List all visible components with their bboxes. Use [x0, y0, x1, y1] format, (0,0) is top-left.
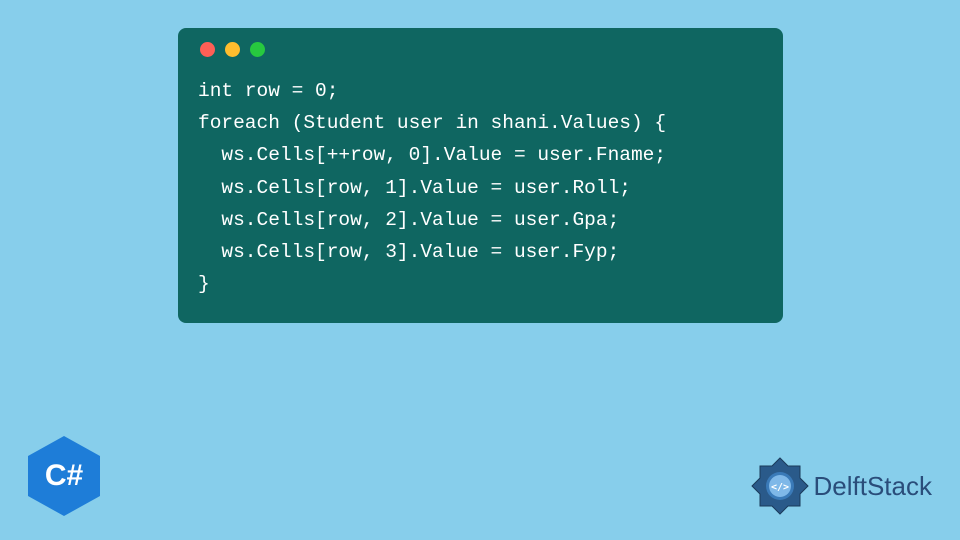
code-window: int row = 0; foreach (Student user in sh… [178, 28, 783, 323]
csharp-logo: C# [28, 436, 100, 516]
code-block: int row = 0; foreach (Student user in sh… [198, 75, 763, 300]
delftstack-badge-icon: </> [750, 456, 810, 516]
csharp-label: C# [45, 459, 83, 493]
svg-text:</>: </> [770, 482, 788, 493]
code-line: ws.Cells[row, 2].Value = user.Gpa; [198, 209, 619, 231]
code-line: int row = 0; [198, 80, 338, 102]
hexagon-icon: C# [28, 436, 100, 516]
code-line: foreach (Student user in shani.Values) { [198, 112, 666, 134]
code-line: ws.Cells[row, 3].Value = user.Fyp; [198, 241, 619, 263]
window-controls [200, 42, 763, 57]
minimize-icon [225, 42, 240, 57]
close-icon [200, 42, 215, 57]
maximize-icon [250, 42, 265, 57]
delftstack-label: DelftStack [814, 471, 933, 502]
code-line: ws.Cells[++row, 0].Value = user.Fname; [198, 144, 666, 166]
code-line: ws.Cells[row, 1].Value = user.Roll; [198, 177, 631, 199]
delftstack-logo: </> DelftStack [750, 456, 933, 516]
code-line: } [198, 273, 210, 295]
